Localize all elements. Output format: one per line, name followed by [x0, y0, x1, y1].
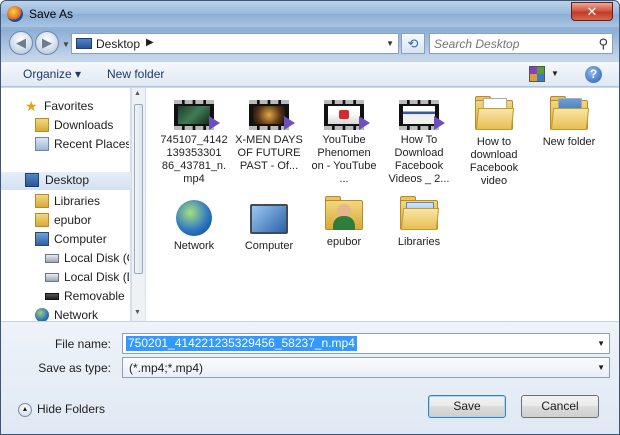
help-icon[interactable]: ?: [585, 66, 602, 83]
desktop-icon: [76, 38, 92, 49]
chevron-down-icon[interactable]: ▼: [386, 39, 394, 48]
libraries-item[interactable]: Libraries: [385, 196, 453, 249]
firefox-icon: [7, 6, 23, 22]
title-bar: Save As ✕: [1, 1, 619, 27]
window-title: Save As: [29, 7, 74, 21]
user-folder-icon: [325, 196, 363, 230]
refresh-button[interactable]: ⟲: [401, 33, 425, 54]
sidebar-item-local-disk-d[interactable]: Local Disk (D:): [45, 269, 129, 287]
star-icon: ★: [25, 98, 38, 114]
file-item[interactable]: 745107_4142139353301 86_43781_n.mp4: [160, 100, 228, 186]
recent-locations-dropdown[interactable]: ▼: [62, 40, 70, 49]
change-view-icon[interactable]: [529, 66, 545, 82]
network-icon: [176, 200, 212, 236]
computer-item[interactable]: Computer: [235, 200, 303, 253]
file-item[interactable]: How To Download Facebook Videos _ 2...: [385, 100, 453, 186]
close-button[interactable]: ✕: [571, 2, 613, 21]
save-as-type-select[interactable]: (*.mp4;*.mp4) ▼: [122, 357, 610, 378]
file-item[interactable]: YouTube Phenomen on - YouTube ...: [310, 100, 378, 186]
file-name-value[interactable]: 750201_414221235329456_58237_n.mp4: [126, 336, 357, 351]
network-item[interactable]: Network: [160, 200, 228, 253]
navigation-pane: ★ Favorites Downloads Recent Places Desk…: [1, 88, 131, 322]
sidebar-item-recent-places[interactable]: Recent Places: [35, 136, 129, 154]
scrollbar-thumb[interactable]: [134, 104, 143, 274]
save-as-type-label: Save as type:: [38, 361, 111, 375]
search-input[interactable]: [434, 36, 589, 51]
hide-folders-button[interactable]: ▲ Hide Folders: [18, 402, 105, 417]
folder-item[interactable]: How to download Facebook video: [460, 96, 528, 188]
libraries-icon: [35, 194, 49, 208]
sidebar-item-epubor[interactable]: epubor: [35, 212, 129, 230]
sidebar-item-local-disk-c[interactable]: Local Disk (C:): [45, 250, 129, 268]
search-box[interactable]: ⚲: [429, 33, 613, 54]
navigation-bar: ◀ ▶ ▼ Desktop ▶ ▼ ⟲ ⚲: [1, 27, 619, 61]
hide-folders-label: Hide Folders: [37, 402, 106, 416]
network-icon: [35, 308, 49, 322]
libraries-icon: [400, 196, 440, 230]
video-file-icon: [174, 100, 220, 130]
user-folder-item[interactable]: epubor: [310, 196, 378, 249]
scroll-up-arrow-icon[interactable]: ▲: [134, 90, 141, 97]
folder-item[interactable]: New folder: [535, 96, 603, 149]
address-bar[interactable]: Desktop ▶ ▼: [71, 33, 399, 54]
sidebar-item-libraries[interactable]: Libraries: [35, 193, 129, 211]
file-item[interactable]: X-MEN DAYS OF FUTURE PAST - Of...: [235, 100, 303, 173]
save-button[interactable]: Save: [428, 395, 506, 418]
command-toolbar: Organize ▾ New folder ▼ ?: [1, 61, 619, 87]
cancel-button[interactable]: Cancel: [521, 395, 599, 418]
chevron-right-icon[interactable]: ▶: [146, 37, 154, 48]
file-name-input[interactable]: 750201_414221235329456_58237_n.mp4 ▼: [122, 333, 610, 354]
save-as-dialog: Save As ✕ ◀ ▶ ▼ Desktop ▶ ▼ ⟲ ⚲ Organize…: [0, 0, 620, 435]
sidebar-item-removable-disk[interactable]: Removable Di: [45, 288, 129, 306]
new-folder-button[interactable]: New folder: [107, 67, 164, 81]
forward-button[interactable]: ▶: [35, 31, 59, 55]
video-file-icon: [249, 100, 295, 130]
navigation-pane-scrollbar[interactable]: ▲ ▼: [131, 88, 145, 321]
chevron-down-icon[interactable]: ▼: [597, 339, 605, 348]
sidebar-item-computer[interactable]: Computer: [35, 231, 129, 249]
back-button[interactable]: ◀: [9, 31, 33, 55]
recent-places-icon: [35, 137, 49, 151]
save-options-panel: File name: 750201_414221235329456_58237_…: [1, 321, 619, 434]
address-text[interactable]: Desktop: [96, 37, 140, 51]
save-as-type-value: (*.mp4;*.mp4): [129, 361, 204, 375]
search-icon[interactable]: ⚲: [598, 36, 608, 52]
chevron-up-icon: ▲: [18, 402, 32, 417]
computer-icon: [35, 232, 49, 246]
removable-drive-icon: [45, 293, 59, 300]
file-list: 745107_4142139353301 86_43781_n.mp4 X-ME…: [146, 88, 619, 321]
drive-icon: [45, 254, 59, 263]
organize-menu[interactable]: Organize ▾: [23, 67, 81, 81]
scroll-down-arrow-icon[interactable]: ▼: [134, 309, 141, 316]
user-folder-icon: [35, 213, 49, 227]
downloads-folder-icon: [35, 118, 49, 132]
video-file-icon: [324, 100, 370, 130]
desktop-icon: [25, 173, 39, 187]
file-name-label: File name:: [54, 337, 111, 351]
folder-icon: [550, 96, 590, 130]
drive-icon: [45, 273, 59, 282]
sidebar-item-desktop[interactable]: Desktop: [1, 172, 131, 190]
chevron-down-icon[interactable]: ▼: [551, 69, 559, 78]
folder-icon: [475, 96, 515, 130]
sidebar-item-downloads[interactable]: Downloads: [35, 117, 129, 135]
chevron-down-icon[interactable]: ▼: [597, 363, 605, 372]
sidebar-item-favorites[interactable]: ★ Favorites: [25, 98, 129, 116]
computer-icon: [250, 204, 288, 234]
video-file-icon: [399, 100, 445, 130]
